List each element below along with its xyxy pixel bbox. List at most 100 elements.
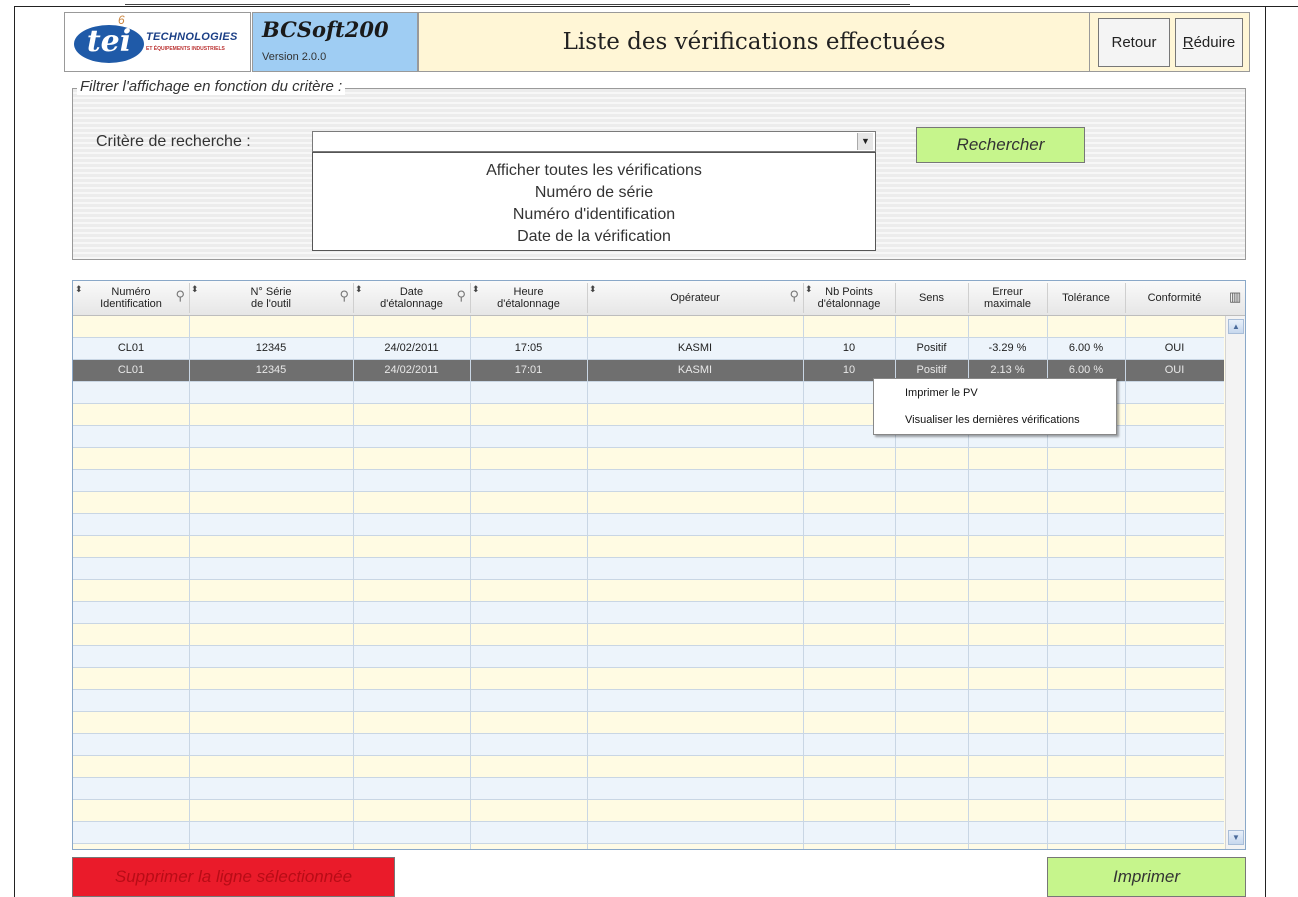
column-header[interactable]: N° Série de l'outil ⬍ ⚲ — [189, 281, 353, 315]
criterion-combobox[interactable] — [312, 131, 876, 152]
sort-arrows-icon[interactable]: ⬍ — [589, 283, 597, 295]
column-header-label: Opérateur — [670, 292, 720, 304]
column-header-line1: Numéro — [111, 286, 151, 298]
page-title: Liste des vérifications effectuées — [562, 29, 946, 55]
logo-tagline: ET ÉQUIPEMENTS INDUSTRIELS — [146, 46, 225, 52]
search-button-label: Recherche — [956, 135, 1039, 154]
context-menu-print-pv[interactable]: Imprimer le PV — [905, 383, 978, 403]
table-row[interactable] — [73, 690, 1224, 712]
column-gridline — [470, 316, 471, 849]
column-separator — [587, 283, 588, 313]
column-separator — [1047, 283, 1048, 313]
search-button-label-suffix: r — [1038, 135, 1045, 154]
scroll-down-arrow-icon[interactable]: ▼ — [1228, 830, 1244, 845]
minimize-label: éduire — [1193, 34, 1236, 51]
criterion-option[interactable]: Numéro d'identification — [313, 204, 875, 226]
column-header-line1: Conformité — [1147, 292, 1202, 304]
magnifier-icon[interactable]: ⚲ — [456, 289, 466, 302]
column-header[interactable]: Date d'étalonnage ⬍ ⚲ — [353, 281, 470, 315]
column-header[interactable]: Numéro Identification ⬍ ⚲ — [73, 281, 189, 315]
table-row[interactable] — [73, 624, 1224, 646]
table-row[interactable] — [73, 822, 1224, 844]
column-header-line2: de l'outil — [250, 298, 291, 310]
column-gridline — [587, 316, 588, 849]
table-row[interactable] — [73, 602, 1224, 624]
table-cell: 24/02/2011 — [384, 364, 439, 376]
table-row[interactable] — [73, 470, 1224, 492]
minimize-button[interactable]: Réduire — [1175, 18, 1243, 67]
table-row[interactable]: CL01 12345 24/02/2011 17:05 KASMI 10 Positif -3… — [73, 338, 1224, 360]
criterion-dropdown-list: Afficher toutes les vérifications Numéro… — [312, 152, 876, 251]
table-row[interactable] — [73, 536, 1224, 558]
table-cell: KASMI — [677, 342, 713, 354]
table-header-columns: Numéro Identification ⬍ ⚲ N° Série de l'outil… — [73, 281, 1225, 316]
table-row[interactable] — [73, 558, 1224, 580]
table-scrollbar[interactable]: ▲ ▼ — [1225, 316, 1245, 849]
sort-arrows-icon[interactable]: ⬍ — [75, 283, 83, 295]
magnifier-icon[interactable]: ⚲ — [789, 289, 799, 302]
column-header-line1: Date — [399, 286, 424, 298]
column-header-line1: Sens — [918, 292, 945, 304]
sort-arrows-icon[interactable]: ⬍ — [191, 283, 199, 295]
table-row[interactable] — [73, 734, 1224, 756]
table-row[interactable] — [73, 316, 1224, 338]
column-header-label: Conformité — [1148, 292, 1202, 304]
table-row[interactable] — [73, 756, 1224, 778]
column-header[interactable]: Heure d'étalonnage ⬍ — [470, 281, 587, 315]
table-row[interactable] — [73, 646, 1224, 668]
table-row[interactable] — [73, 514, 1224, 536]
table-row[interactable] — [73, 712, 1224, 734]
column-chooser-icon[interactable]: ▥ — [1229, 289, 1241, 305]
table-cell: OUI — [1164, 364, 1185, 376]
criterion-option[interactable]: Afficher toutes les vérifications — [313, 160, 875, 182]
column-separator — [1125, 283, 1126, 313]
table-cell: 17:01 — [514, 364, 543, 376]
delete-row-button[interactable]: Supprimer la ligne sélectionnée — [72, 857, 395, 897]
scroll-up-arrow-icon[interactable]: ▲ — [1228, 319, 1244, 334]
column-gridline — [803, 316, 804, 849]
column-header-label: Sens — [919, 292, 944, 304]
app-version: Version 2.0.0 — [262, 51, 327, 63]
table-row[interactable] — [73, 448, 1224, 470]
column-header[interactable]: Erreur maximale — [968, 281, 1047, 315]
criterion-option[interactable]: Date de la vérification — [313, 226, 875, 248]
column-header-line2: d'étalonnage — [497, 298, 560, 310]
frame-top-border — [14, 6, 1298, 7]
magnifier-icon[interactable]: ⚲ — [339, 289, 349, 302]
criterion-option[interactable]: Numéro de série — [313, 182, 875, 204]
magnifier-icon[interactable]: ⚲ — [175, 289, 185, 302]
context-menu: Imprimer le PV Visualiser les dernières … — [873, 378, 1117, 435]
top-rule — [125, 4, 910, 5]
sort-arrows-icon[interactable]: ⬍ — [355, 283, 363, 295]
column-header[interactable]: Sens — [895, 281, 968, 315]
column-header-line1: Nb Points — [825, 286, 873, 298]
table-cell: 10 — [842, 342, 856, 354]
table-row[interactable] — [73, 800, 1224, 822]
column-header[interactable]: Tolérance — [1047, 281, 1125, 315]
search-button[interactable]: Rechercher — [916, 127, 1085, 163]
column-header[interactable]: Opérateur ⬍ ⚲ — [587, 281, 803, 315]
column-header-label: Erreur maximale — [984, 286, 1031, 310]
table-row[interactable] — [73, 778, 1224, 800]
table-cell: KASMI — [677, 364, 713, 376]
column-header[interactable]: Nb Points d'étalonnage ⬍ — [803, 281, 895, 315]
minimize-mnemonic: R — [1182, 34, 1194, 51]
column-header-line2: d'étalonnage — [380, 298, 443, 310]
column-header-line1: N° Série — [250, 286, 292, 298]
column-header[interactable]: Conformité — [1125, 281, 1224, 315]
table-row[interactable] — [73, 668, 1224, 690]
logo-superscript: 6 — [118, 13, 125, 27]
column-separator — [470, 283, 471, 313]
back-button[interactable]: Retour — [1098, 18, 1170, 67]
sort-arrows-icon[interactable]: ⬍ — [472, 283, 480, 295]
column-separator — [189, 283, 190, 313]
dropdown-arrow-icon[interactable]: ▼ — [857, 133, 873, 150]
context-menu-view-verifications[interactable]: Visualiser les dernières vérifications — [905, 410, 1080, 430]
table-row[interactable] — [73, 492, 1224, 514]
table-row[interactable] — [73, 580, 1224, 602]
column-header-label: Heure d'étalonnage — [497, 286, 560, 310]
sort-arrows-icon[interactable]: ⬍ — [805, 283, 813, 295]
print-button[interactable]: Imprimer — [1047, 857, 1246, 897]
column-header-label: Date d'étalonnage — [380, 286, 443, 310]
column-separator — [353, 283, 354, 313]
